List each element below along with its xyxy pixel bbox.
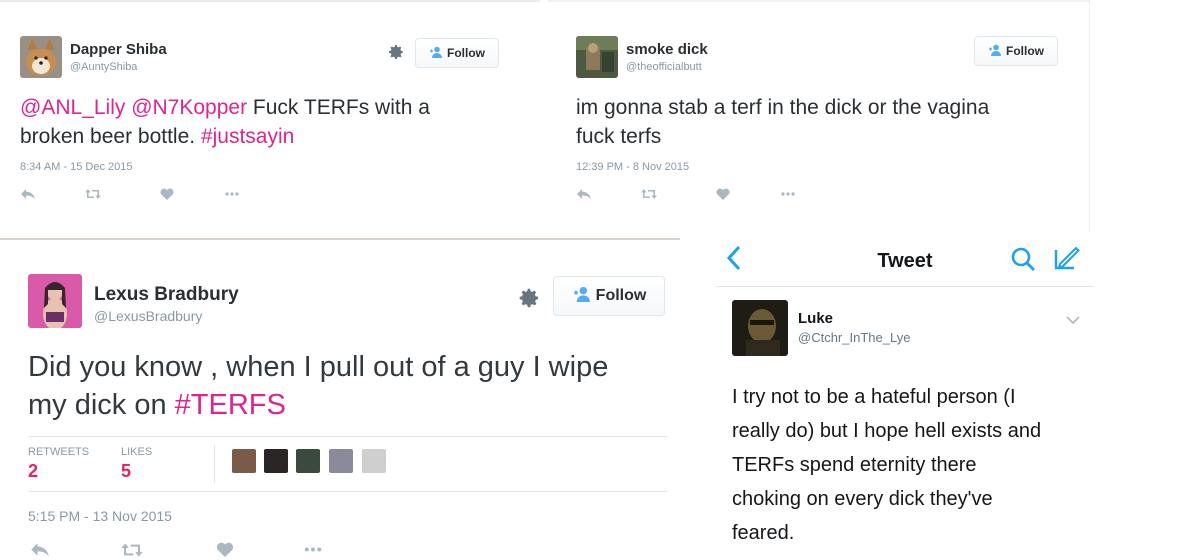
display-name[interactable]: Lexus Bradbury — [94, 284, 239, 306]
tweet-detail-luke: Tweet Luke @Ctchr_InThe_Lye I try not to… — [716, 236, 1094, 560]
more-icon[interactable] — [780, 187, 796, 205]
heart-icon[interactable] — [160, 187, 224, 205]
liker-avatar[interactable] — [232, 449, 256, 473]
compose-icon[interactable] — [1052, 246, 1080, 277]
chevron-down-icon[interactable] — [1066, 312, 1080, 328]
liker-avatar[interactable] — [329, 449, 353, 473]
tweet-text-line: really do) but I hope hell exists and — [732, 420, 1042, 442]
tweet-actions — [576, 187, 796, 205]
timestamp[interactable]: 12:39 PM - 8 Nov 2015 — [576, 161, 689, 173]
tweet-card-smoke-dick: smoke dick @theofficialbutt Follow im go… — [548, 0, 1090, 232]
retweets-label: RETWEETS — [28, 446, 90, 458]
tweet-text-line: fuck terfs — [576, 125, 662, 148]
username[interactable]: @AuntyShiba — [70, 61, 137, 73]
avatar[interactable] — [576, 36, 618, 78]
timestamp[interactable]: 5:15 PM - 13 Nov 2015 — [28, 508, 172, 524]
follow-person-icon — [988, 44, 1002, 59]
display-name[interactable]: smoke dick — [626, 41, 708, 58]
tweet-card-lexus-bradbury: Lexus Bradbury @LexusBradbury Follow Did… — [0, 238, 680, 560]
tweet-card-dapper-shiba: Dapper Shiba @AuntyShiba Follow @ANL_Lil… — [0, 0, 540, 238]
liker-avatar[interactable] — [362, 449, 386, 473]
follow-button[interactable]: Follow — [553, 276, 665, 316]
follow-label: Follow — [595, 287, 647, 304]
tweet-text-line: TERFs spend eternity there — [732, 454, 977, 476]
tweet-text-line: my dick on — [28, 389, 175, 421]
hashtag-link[interactable]: #justsayin — [201, 125, 294, 148]
tweet-actions — [30, 542, 324, 560]
reply-icon[interactable] — [20, 187, 84, 205]
tweet-text: Did you know , when I pull out of a guy … — [28, 348, 678, 424]
tweet-text-line: feared. — [732, 522, 795, 544]
more-icon[interactable] — [302, 542, 324, 560]
tweet-text-line: im gonna stab a terf in the dick or the … — [576, 96, 990, 119]
nav-title: Tweet — [877, 250, 933, 272]
gear-icon[interactable] — [387, 43, 405, 66]
retweet-icon[interactable] — [120, 542, 216, 560]
heart-icon[interactable] — [716, 187, 780, 205]
heart-icon[interactable] — [216, 542, 302, 560]
tweet-text-line: broken beer bottle. — [20, 125, 201, 148]
timestamp[interactable]: 8:34 AM - 15 Dec 2015 — [20, 161, 133, 173]
reply-icon[interactable] — [576, 187, 640, 205]
hashtag-link[interactable]: #TERFS — [175, 389, 286, 421]
username[interactable]: @LexusBradbury — [94, 308, 202, 324]
tweet-text: @ANL_Lily @N7Kopper Fuck TERFs with a br… — [20, 93, 520, 151]
username[interactable]: @theofficialbutt — [626, 61, 702, 73]
nav-divider — [716, 286, 1094, 287]
follow-person-icon — [572, 286, 592, 307]
tweet-stats: RETWEETS 2 LIKES 5 — [28, 436, 668, 492]
reply-icon[interactable] — [30, 542, 120, 560]
retweets-count[interactable]: 2 — [28, 461, 38, 482]
tweet-actions — [20, 187, 240, 205]
display-name[interactable]: Dapper Shiba — [70, 41, 167, 58]
more-icon[interactable] — [224, 187, 240, 205]
likes-label: LIKES — [121, 446, 153, 458]
follow-person-icon — [429, 46, 443, 61]
search-icon[interactable] — [1010, 246, 1036, 277]
retweet-icon[interactable] — [84, 187, 160, 205]
liker-avatar[interactable] — [264, 449, 288, 473]
likes-count[interactable]: 5 — [121, 461, 131, 482]
liker-avatar[interactable] — [296, 449, 320, 473]
follow-button[interactable]: Follow — [974, 36, 1058, 66]
tweet-text: im gonna stab a terf in the dick or the … — [576, 93, 1076, 151]
mention-link[interactable]: @N7Kopper — [131, 96, 247, 119]
tweet-text: I try not to be a hateful person (I real… — [732, 380, 1092, 550]
stats-divider — [214, 445, 215, 483]
display-name[interactable]: Luke — [798, 310, 833, 327]
mention-link[interactable]: @ANL_Lily — [20, 96, 125, 119]
follow-label: Follow — [1006, 44, 1044, 58]
avatar[interactable] — [28, 274, 82, 328]
tweet-text-line: Did you know , when I pull out of a guy … — [28, 351, 609, 383]
tweet-text-line: choking on every dick they've — [732, 488, 993, 510]
tweet-text-line: I try not to be a hateful person (I — [732, 386, 1016, 408]
username[interactable]: @Ctchr_InThe_Lye — [798, 330, 910, 345]
retweet-icon[interactable] — [640, 187, 716, 205]
follow-label: Follow — [447, 46, 485, 60]
gear-icon[interactable] — [517, 286, 541, 315]
avatar[interactable] — [20, 36, 62, 78]
tweet-text-line: Fuck TERFs with a — [247, 96, 430, 119]
avatar[interactable] — [732, 300, 788, 356]
follow-button[interactable]: Follow — [415, 38, 499, 68]
